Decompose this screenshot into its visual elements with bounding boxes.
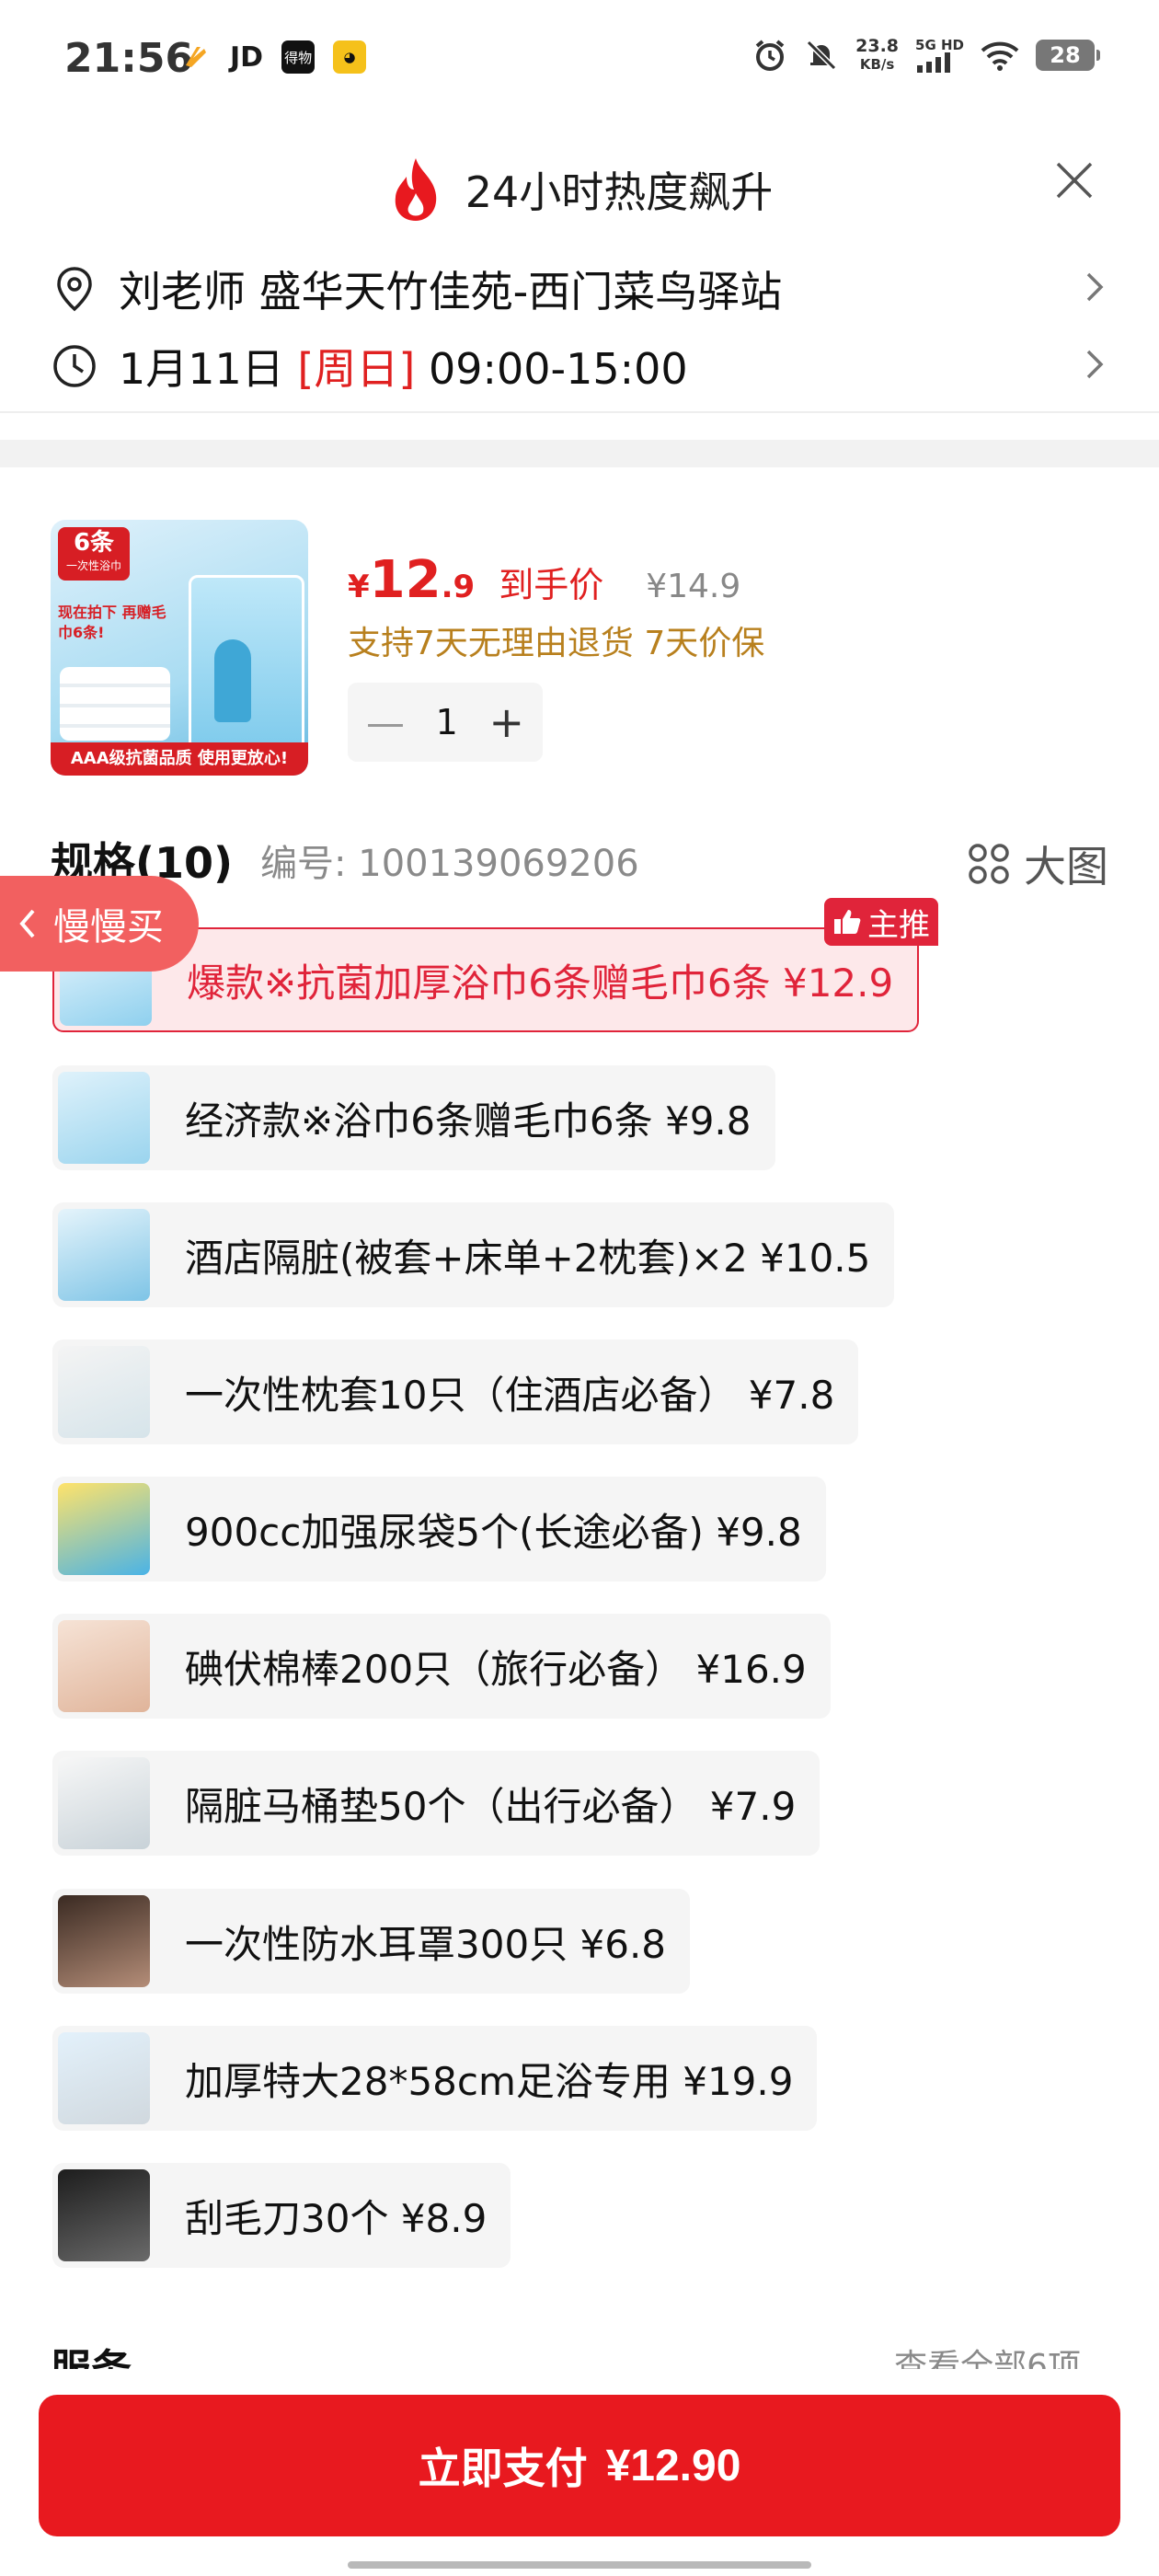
product-image-towels xyxy=(60,667,170,741)
price-line: ¥ 12 .9 到手价 ¥14.9 xyxy=(348,550,740,610)
pay-amount: ¥12.90 xyxy=(605,2441,741,2490)
option-thumbnail xyxy=(58,1072,150,1164)
jd-bolt-icon xyxy=(186,47,206,67)
decrease-button[interactable]: — xyxy=(366,700,405,745)
delivery-address: 刘老师 盛华天竹佳苑-西门菜鸟驿站 xyxy=(119,267,783,316)
header-title-group: 24小时热度飙升 xyxy=(0,156,1159,223)
delivery-time: 1月11日 [周日] 09:00-15:00 xyxy=(119,336,688,397)
option-thumbnail xyxy=(58,1895,150,1987)
increase-button[interactable]: + xyxy=(488,697,524,747)
home-indicator[interactable] xyxy=(348,2561,811,2569)
location-pin-icon xyxy=(57,267,92,312)
product-image-person xyxy=(214,639,251,722)
slow-buy-label: 慢慢买 xyxy=(53,906,164,949)
product-code: 编号: 100139069206 xyxy=(260,843,639,885)
spec-option[interactable]: 900cc加强尿袋5个(长途必备) ¥9.8 xyxy=(52,1477,826,1581)
service-section-header[interactable]: 服务 查看全部6项 xyxy=(51,2332,1108,2369)
battery-indicator: 28 xyxy=(1036,40,1100,71)
network-type: 5G HD xyxy=(915,37,964,53)
option-label: 碘伏棉棒200只（旅行必备） ¥16.9 xyxy=(185,1646,807,1692)
option-thumbnail xyxy=(58,2032,150,2124)
pay-label: 立即支付 xyxy=(418,2444,588,2492)
option-label: 一次性防水耳罩300只 ¥6.8 xyxy=(185,1921,667,1967)
option-thumbnail xyxy=(58,2169,150,2261)
status-bar: 21:56 JD 得物 ◕ 23.8 KB/s 5G HD 28 xyxy=(0,0,1159,120)
price-integer: 12 xyxy=(369,550,442,610)
option-label: 一次性枕套10只（住酒店必备） ¥7.8 xyxy=(185,1372,835,1418)
close-icon[interactable] xyxy=(1054,160,1095,201)
spec-option[interactable]: 加厚特大28*58cm足浴专用 ¥19.9 xyxy=(52,2026,818,2131)
service-title: 服务 xyxy=(51,2336,132,2369)
spec-header: 规格(10) 编号: 100139069206 大图 xyxy=(51,828,1108,892)
mute-bell-icon xyxy=(807,40,837,71)
grid-icon xyxy=(969,844,1009,884)
slow-buy-button[interactable]: 慢慢买 xyxy=(0,876,199,972)
status-indicators: 23.8 KB/s 5G HD 28 xyxy=(752,36,1100,74)
delivery-time-row[interactable]: 1月11日 [周日] 09:00-15:00 xyxy=(51,329,1108,403)
spec-option[interactable]: 一次性防水耳罩300只 ¥6.8 xyxy=(52,1889,691,1994)
option-thumbnail xyxy=(58,1209,150,1301)
product-image-strip: AAA级抗菌品质 使用更放心! xyxy=(51,742,308,776)
signal-icon xyxy=(917,52,951,73)
divider xyxy=(0,411,1159,413)
big-image-toggle[interactable]: 大图 xyxy=(967,834,1108,894)
section-separator xyxy=(0,440,1159,467)
status-app-icons: JD 得物 ◕ xyxy=(180,40,367,74)
delivery-time-range: 09:00-15:00 xyxy=(415,344,688,394)
signal-group: 5G HD xyxy=(915,38,964,73)
option-thumbnail xyxy=(58,1346,150,1438)
delivery-weekday: [周日] xyxy=(297,344,416,394)
status-time: 21:56 xyxy=(64,35,194,82)
product-image-promo: 现在拍下 再赠毛巾6条! xyxy=(58,604,166,641)
option-label: 隔脏马桶垫50个（出行必备） ¥7.9 xyxy=(185,1783,797,1829)
address-row[interactable]: 刘老师 盛华天竹佳苑-西门菜鸟驿站 xyxy=(51,252,1108,326)
pay-now-button[interactable]: 立即支付 ¥12.90 xyxy=(39,2395,1120,2536)
service-guarantee: 支持7天无理由退货 7天价保 xyxy=(348,625,765,662)
chevron-right-icon xyxy=(1086,272,1104,302)
net-speed: 23.8 KB/s xyxy=(855,36,900,73)
price-currency: ¥ xyxy=(348,569,370,605)
spec-option[interactable]: 一次性枕套10只（住酒店必备） ¥7.8 xyxy=(52,1340,859,1444)
cat-app-icon: ◕ xyxy=(333,40,367,74)
recommend-badge: 主推 xyxy=(824,898,938,946)
option-label: 经济款※浴巾6条赠毛巾6条 ¥9.8 xyxy=(185,1098,752,1144)
alarm-icon xyxy=(755,40,785,71)
spec-option[interactable]: 隔脏马桶垫50个（出行必备） ¥7.9 xyxy=(52,1751,820,1856)
dewu-app-icon: 得物 xyxy=(281,40,316,74)
chevron-left-icon xyxy=(19,909,35,938)
option-label: 爆款※抗菌加厚浴巾6条赠毛巾6条 ¥12.9 xyxy=(187,960,894,1006)
spec-option[interactable]: 经济款※浴巾6条赠毛巾6条 ¥9.8 xyxy=(52,1065,775,1170)
option-thumbnail xyxy=(58,1483,150,1575)
product-image-badge: 6条 一次性浴巾 xyxy=(58,527,130,581)
product-image[interactable]: 6条 一次性浴巾 现在拍下 再赠毛巾6条! AAA级抗菌品质 使用更放心! xyxy=(51,520,308,776)
option-thumbnail xyxy=(58,1757,150,1849)
clock-icon xyxy=(53,345,96,387)
spec-option[interactable]: 酒店隔脏(被套+床单+2枕套)×2 ¥10.5 xyxy=(52,1202,895,1307)
delivery-date: 1月11日 xyxy=(119,344,298,394)
spec-option[interactable]: 碘伏棉棒200只（旅行必备） ¥16.9 xyxy=(52,1614,831,1719)
price-label: 到手价 xyxy=(499,565,604,605)
flame-icon xyxy=(395,158,436,221)
wifi-icon xyxy=(981,41,1019,71)
big-image-label: 大图 xyxy=(1024,842,1108,891)
quantity-stepper: — 1 + xyxy=(348,683,543,762)
thumbs-up-icon xyxy=(834,910,861,934)
option-thumbnail xyxy=(58,1620,150,1712)
service-view-all[interactable]: 查看全部6项 xyxy=(894,2340,1081,2369)
jd-app-icon: JD xyxy=(230,40,264,74)
popup-header: 24小时热度飙升 xyxy=(0,138,1159,239)
original-price: ¥14.9 xyxy=(646,568,741,605)
spec-option[interactable]: 刮毛刀30个 ¥8.9 xyxy=(52,2163,511,2268)
price-decimal: .9 xyxy=(441,569,476,605)
page-title: 24小时热度飙升 xyxy=(465,167,774,217)
option-label: 900cc加强尿袋5个(长途必备) ¥9.8 xyxy=(185,1509,802,1555)
option-label: 刮毛刀30个 ¥8.9 xyxy=(185,2195,488,2241)
quantity-value[interactable]: 1 xyxy=(436,702,458,742)
chevron-right-icon xyxy=(1086,350,1104,379)
recommend-label: 主推 xyxy=(867,906,930,944)
option-label: 酒店隔脏(被套+床单+2枕套)×2 ¥10.5 xyxy=(185,1235,871,1281)
option-label: 加厚特大28*58cm足浴专用 ¥19.9 xyxy=(185,2058,794,2104)
